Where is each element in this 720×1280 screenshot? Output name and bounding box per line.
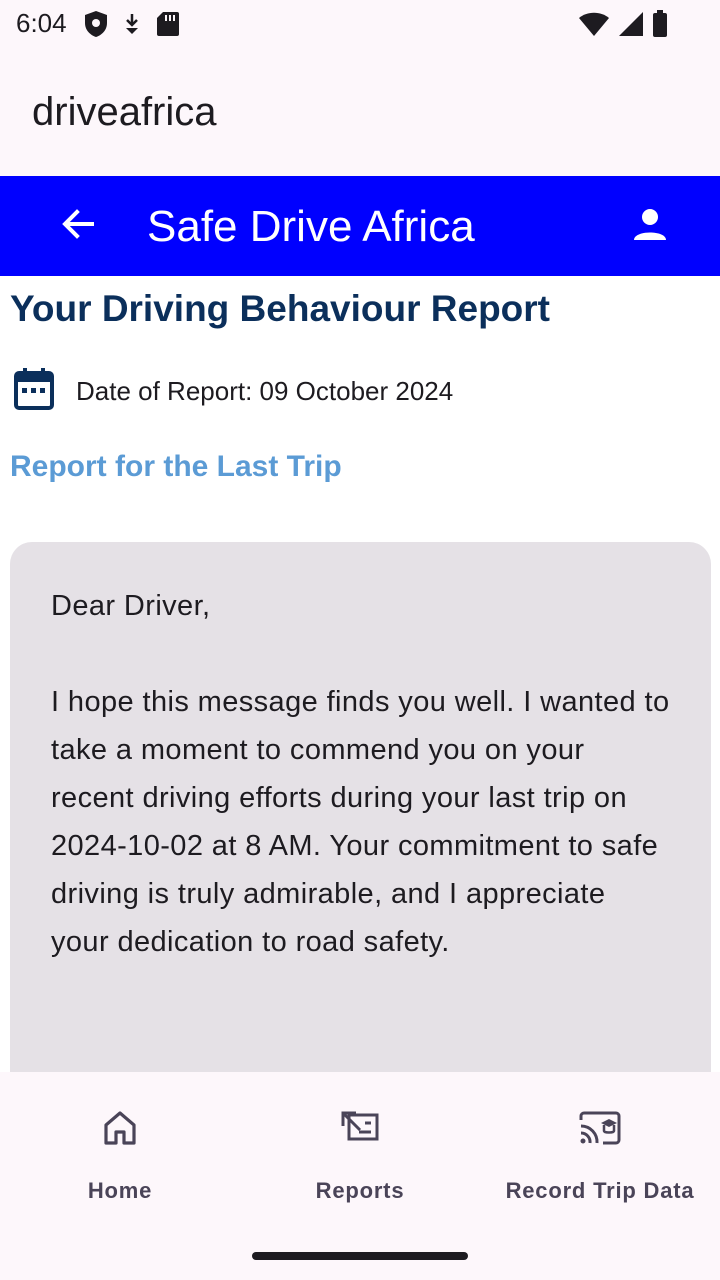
section-title: Report for the Last Trip (10, 450, 342, 483)
letter-card: Dear Driver, I hope this message finds y… (10, 542, 711, 1072)
profile-button[interactable] (628, 204, 672, 248)
report-date: Date of Report: 09 October 2024 (76, 376, 454, 406)
letter-greeting: Dear Driver, (51, 590, 211, 622)
nav-item-record-trip-data[interactable]: Record Trip Data (480, 1108, 720, 1208)
status-bar: 6:04 (0, 0, 720, 50)
home-icon (102, 1110, 138, 1151)
reports-icon (340, 1110, 380, 1151)
page-title: Your Driving Behaviour Report (10, 288, 550, 329)
status-icons-left (84, 10, 180, 43)
sd-card-icon (156, 11, 180, 42)
home-indicator[interactable] (252, 1252, 468, 1260)
battery-icon (652, 10, 668, 43)
nav-label-record-trip-data: Record Trip Data (505, 1178, 695, 1203)
arrow-back-icon (60, 206, 96, 247)
nav-label-home: Home (87, 1178, 153, 1203)
app-title-bar: driveafrica (0, 50, 720, 176)
top-app-bar: Safe Drive Africa (0, 176, 720, 276)
nav-item-reports[interactable]: Reports (240, 1108, 480, 1208)
calendar-icon (14, 368, 54, 415)
shield-icon (84, 10, 108, 43)
nav-label-reports: Reports (315, 1178, 405, 1203)
report-date-row: Date of Report: 09 October 2024 (14, 368, 453, 415)
report-content[interactable]: Your Driving Behaviour Report Date of Re… (0, 276, 720, 1072)
download-icon (122, 12, 142, 41)
app-title: driveafrica (32, 90, 217, 134)
nav-item-home[interactable]: Home (0, 1108, 240, 1208)
back-button[interactable] (56, 204, 100, 248)
status-icons-right (578, 10, 668, 43)
letter-body: I hope this message finds you well. I wa… (51, 686, 670, 958)
signal-icon (618, 11, 644, 42)
wifi-icon (578, 11, 610, 42)
top-bar-title: Safe Drive Africa (147, 202, 475, 251)
person-icon (632, 206, 668, 247)
status-time: 6:04 (16, 8, 67, 38)
cast-for-education-icon (579, 1110, 621, 1151)
bottom-navigation: Home Reports Record Trip Data (0, 1072, 720, 1280)
